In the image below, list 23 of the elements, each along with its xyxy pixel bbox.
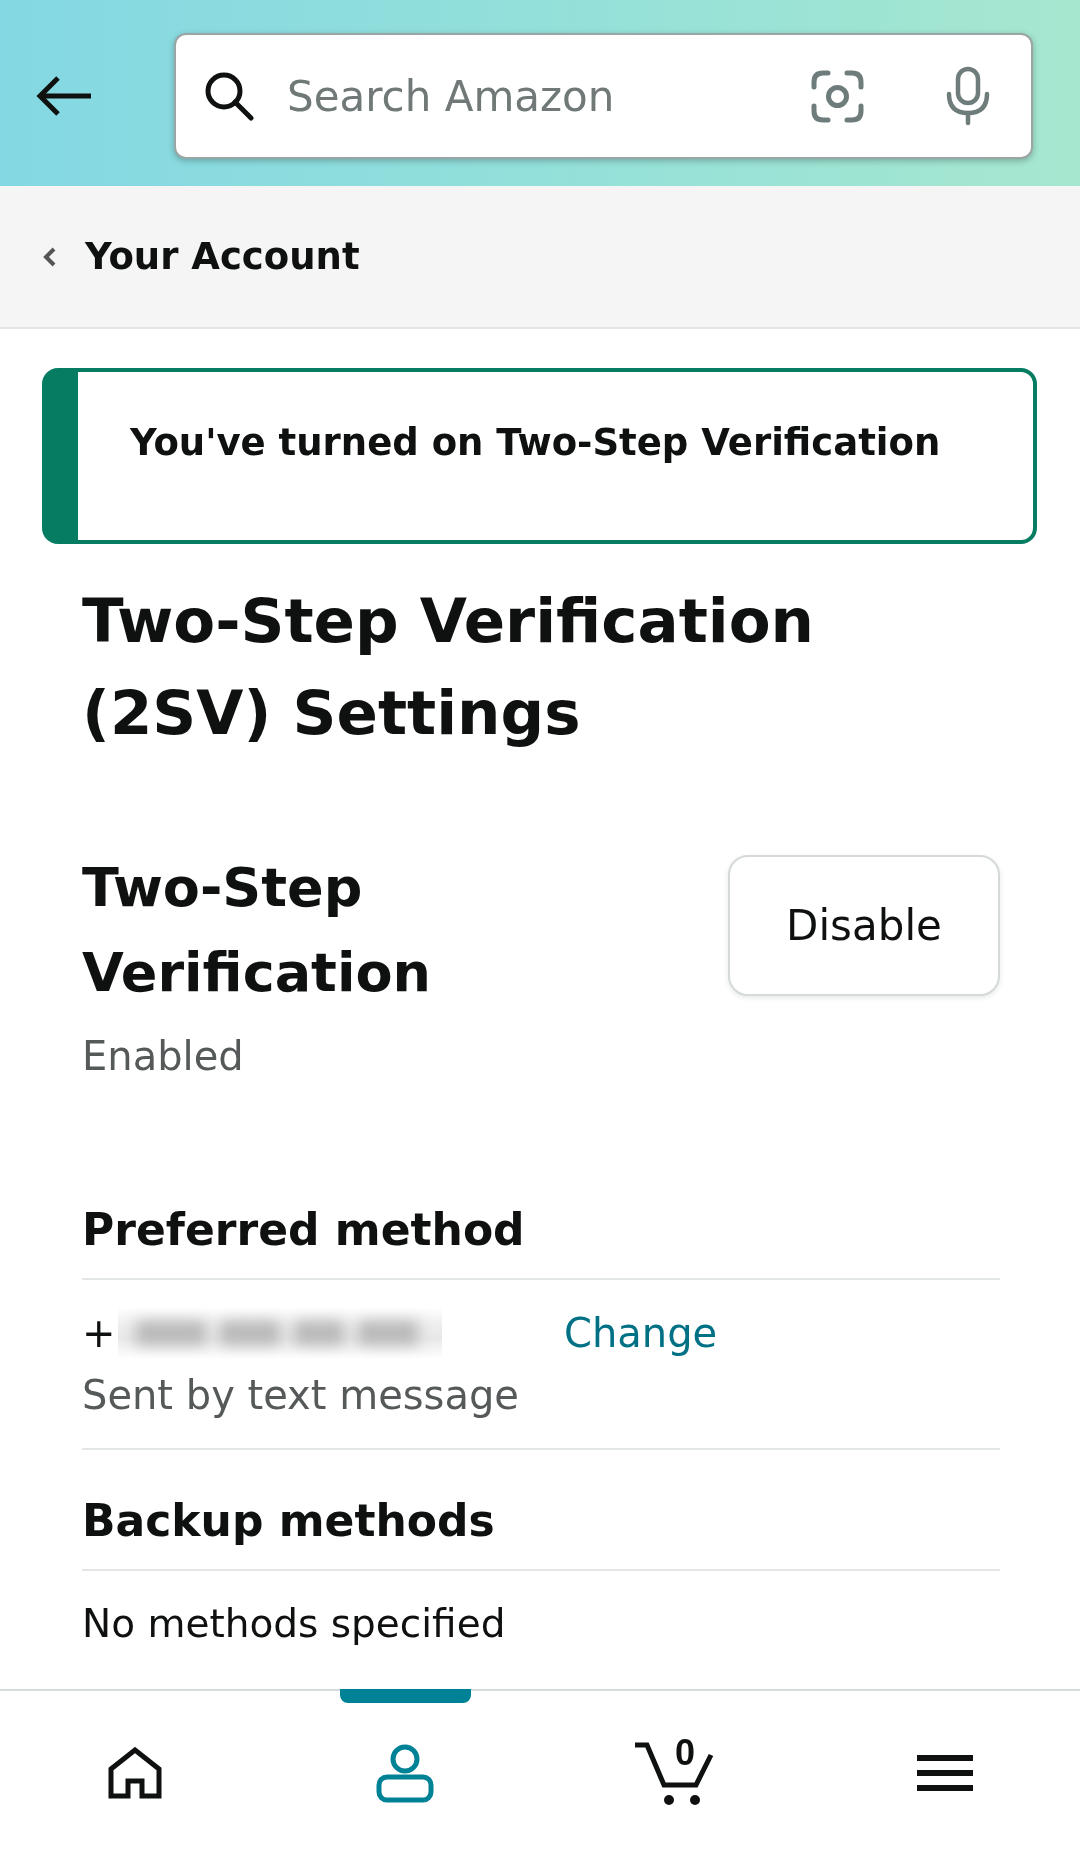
person-icon: [375, 1743, 435, 1803]
search-field[interactable]: Search Amazon: [174, 33, 1033, 159]
section-heading: Two-Step Verification: [82, 855, 432, 1006]
search-input[interactable]: Search Amazon: [287, 66, 810, 126]
method-detail: Sent by text message: [82, 1371, 519, 1420]
back-arrow-icon: [35, 75, 93, 117]
page-title: Two-Step Verification (2SV) Settings: [82, 584, 816, 750]
section-heading: Preferred method: [82, 1203, 525, 1257]
status-text: Enabled: [82, 1032, 244, 1081]
phone-prefix: +: [82, 1309, 116, 1358]
section-heading: Backup methods: [82, 1494, 495, 1548]
breadcrumb-link[interactable]: Your Account: [42, 235, 360, 278]
cart-tab[interactable]: 0: [609, 1689, 741, 1852]
cart-count: 0: [674, 1733, 696, 1773]
chevron-left-icon: [42, 245, 58, 268]
banner-message: You've turned on Two-Step Verification: [130, 420, 941, 466]
empty-methods-text: No methods specified: [82, 1600, 506, 1648]
search-icon: [204, 71, 254, 121]
camera-scan-icon[interactable]: [810, 68, 865, 124]
home-icon: [107, 1747, 163, 1799]
menu-icon: [917, 1755, 973, 1791]
disable-button[interactable]: Disable: [728, 855, 1000, 996]
change-link[interactable]: Change: [564, 1305, 718, 1361]
